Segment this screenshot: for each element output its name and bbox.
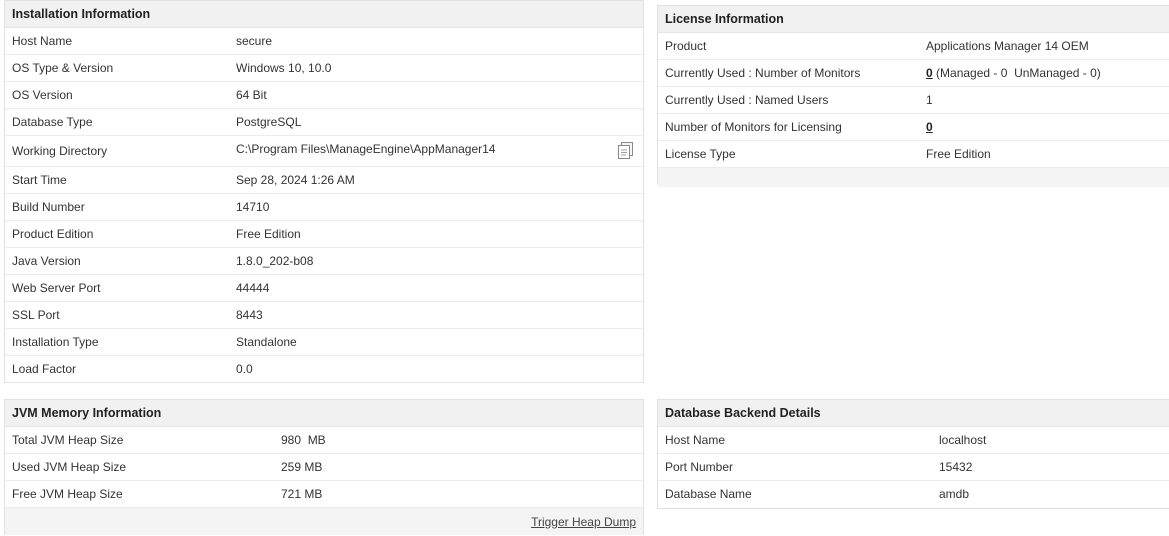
total-heap-value: 980 MB: [281, 433, 326, 447]
java-version-row: Java Version 1.8.0_202-b08: [5, 248, 643, 275]
named-users-value: 1: [926, 93, 933, 107]
db-host-name-value: localhost: [939, 433, 987, 447]
database-backend-title: Database Backend Details: [658, 400, 1169, 427]
load-factor-row: Load Factor 0.0: [5, 356, 643, 382]
host-name-label: Host Name: [12, 34, 73, 48]
build-number-value: 14710: [236, 200, 270, 214]
named-users-row: Currently Used : Named Users 1: [658, 87, 1169, 114]
database-type-label: Database Type: [12, 115, 93, 129]
os-type-version-row: OS Type & Version Windows 10, 10.0: [5, 55, 643, 82]
copy-icon[interactable]: [617, 142, 634, 160]
database-backend-panel: Database Backend Details Host Name localh…: [657, 399, 1169, 509]
java-version-value: 1.8.0_202-b08: [236, 254, 314, 268]
db-port-number-label: Port Number: [665, 460, 734, 474]
db-host-name-row: Host Name localhost: [658, 427, 1169, 454]
free-heap-row: Free JVM Heap Size 721 MB: [5, 481, 643, 508]
os-version-row: OS Version 64 Bit: [5, 82, 643, 109]
license-info-panel: License Information Product Applications …: [657, 5, 1169, 187]
monitors-used-label: Currently Used : Number of Monitors: [665, 66, 861, 80]
start-time-row: Start Time Sep 28, 2024 1:26 AM: [5, 167, 643, 194]
db-port-number-value: 15432: [939, 460, 973, 474]
installation-type-row: Installation Type Standalone: [5, 329, 643, 356]
installation-info-title: Installation Information: [5, 1, 643, 28]
os-version-label: OS Version: [12, 88, 73, 102]
monitors-detail: (Managed - 0 UnManaged - 0): [936, 66, 1101, 80]
build-number-row: Build Number 14710: [5, 194, 643, 221]
java-version-label: Java Version: [12, 254, 81, 268]
used-heap-value: 259 MB: [281, 460, 323, 474]
working-directory-row: Working Directory C:\Program Files\Manag…: [5, 136, 643, 167]
start-time-value: Sep 28, 2024 1:26 AM: [236, 173, 355, 187]
working-directory-value: C:\Program Files\ManageEngine\AppManager…: [236, 142, 496, 156]
web-server-port-row: Web Server Port 44444: [5, 275, 643, 302]
license-type-row: License Type Free Edition: [658, 141, 1169, 168]
start-time-label: Start Time: [12, 173, 67, 187]
db-host-name-label: Host Name: [665, 433, 726, 447]
db-name-row: Database Name amdb: [658, 481, 1169, 507]
free-heap-value: 721 MB: [281, 487, 323, 501]
product-row: Product Applications Manager 14 OEM: [658, 33, 1169, 60]
host-name-row: Host Name secure: [5, 28, 643, 55]
ssl-port-row: SSL Port 8443: [5, 302, 643, 329]
database-type-value: PostgreSQL: [236, 115, 302, 129]
web-server-port-value: 44444: [236, 281, 270, 295]
web-server-port-label: Web Server Port: [12, 281, 101, 295]
monitors-licensing-row: Number of Monitors for Licensing 0: [658, 114, 1169, 141]
product-edition-value: Free Edition: [236, 227, 301, 241]
db-name-label: Database Name: [665, 487, 752, 501]
product-value: Applications Manager 14 OEM: [926, 39, 1089, 53]
os-type-version-value: Windows 10, 10.0: [236, 61, 332, 75]
jvm-footer: Trigger Heap Dump: [5, 508, 643, 535]
build-number-label: Build Number: [12, 200, 85, 214]
load-factor-value: 0.0: [236, 362, 253, 376]
monitors-count-link[interactable]: 0: [926, 66, 933, 80]
os-type-version-label: OS Type & Version: [12, 61, 114, 75]
license-info-title: License Information: [658, 6, 1169, 33]
database-type-row: Database Type PostgreSQL: [5, 109, 643, 136]
installation-info-panel: Installation Information Host Name secure…: [4, 0, 644, 383]
named-users-label: Currently Used : Named Users: [665, 93, 829, 107]
product-edition-label: Product Edition: [12, 227, 94, 241]
monitors-licensing-link[interactable]: 0: [926, 120, 933, 134]
license-footer: [658, 168, 1169, 187]
total-heap-row: Total JVM Heap Size 980 MB: [5, 427, 643, 454]
working-directory-label: Working Directory: [12, 144, 108, 158]
product-label: Product: [665, 39, 707, 53]
license-type-value: Free Edition: [926, 147, 991, 161]
used-heap-row: Used JVM Heap Size 259 MB: [5, 454, 643, 481]
jvm-memory-title: JVM Memory Information: [5, 400, 643, 427]
installation-type-label: Installation Type: [12, 335, 99, 349]
monitors-licensing-label: Number of Monitors for Licensing: [665, 120, 842, 134]
monitors-used-row: Currently Used : Number of Monitors 0 (M…: [658, 60, 1169, 87]
db-name-value: amdb: [939, 487, 970, 501]
product-edition-row: Product Edition Free Edition: [5, 221, 643, 248]
monitors-licensing-value: 0: [926, 114, 933, 140]
total-heap-label: Total JVM Heap Size: [12, 433, 124, 447]
load-factor-label: Load Factor: [12, 362, 77, 376]
ssl-port-value: 8443: [236, 308, 263, 322]
ssl-port-label: SSL Port: [12, 308, 60, 322]
installation-type-value: Standalone: [236, 335, 297, 349]
trigger-heap-dump-link[interactable]: Trigger Heap Dump: [531, 515, 636, 529]
jvm-memory-panel: JVM Memory Information Total JVM Heap Si…: [4, 399, 644, 535]
used-heap-label: Used JVM Heap Size: [12, 460, 127, 474]
host-name-value: secure: [236, 34, 273, 48]
monitors-used-value: 0 (Managed - 0 UnManaged - 0): [926, 60, 1101, 86]
free-heap-label: Free JVM Heap Size: [12, 487, 123, 501]
os-version-value: 64 Bit: [236, 88, 267, 102]
license-type-label: License Type: [665, 147, 736, 161]
db-port-number-row: Port Number 15432: [658, 454, 1169, 481]
